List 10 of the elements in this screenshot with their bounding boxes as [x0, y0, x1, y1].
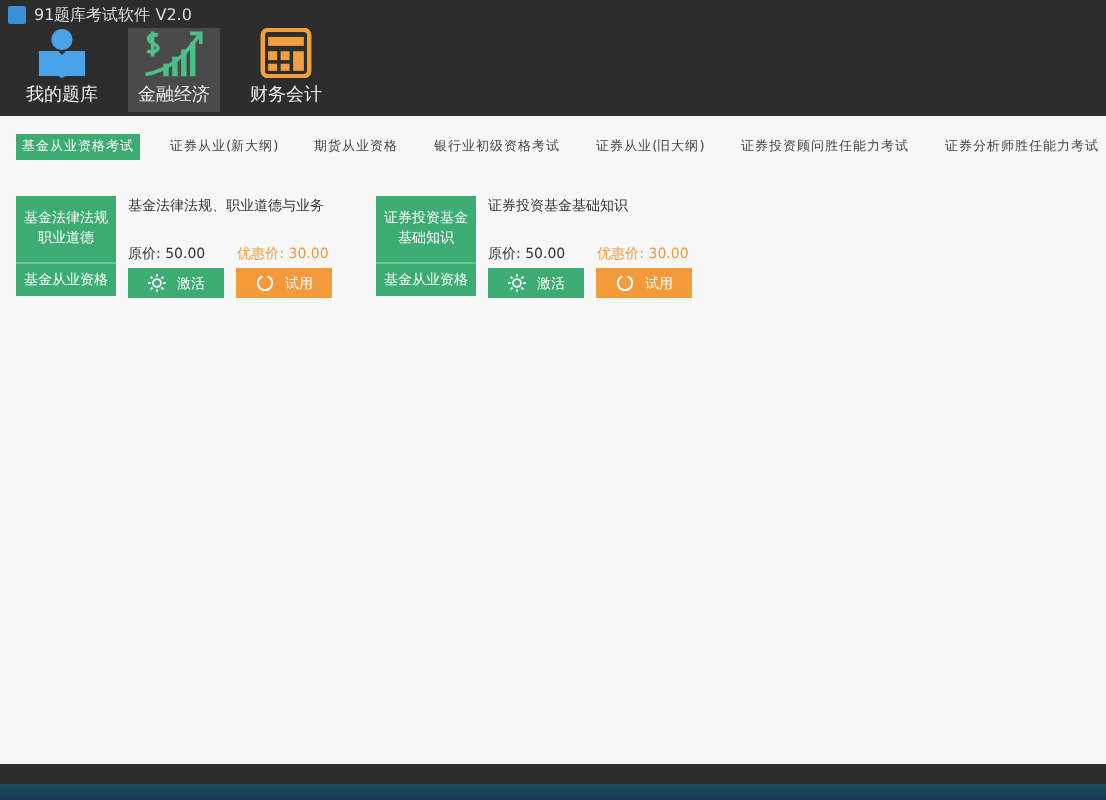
- power-icon: [615, 274, 633, 292]
- toolbar-button[interactable]: 财务会计: [240, 28, 332, 112]
- app-logo-icon: [8, 5, 26, 23]
- sun-icon: [507, 274, 525, 292]
- toolbar-button[interactable]: 我的题库: [16, 28, 108, 112]
- window-title: 91题库考试软件 V2.0: [34, 3, 192, 25]
- calculator-icon: [258, 28, 314, 78]
- power-icon: [255, 274, 273, 292]
- toolbar-button[interactable]: 金融经济: [128, 28, 220, 112]
- sun-icon: [147, 274, 165, 292]
